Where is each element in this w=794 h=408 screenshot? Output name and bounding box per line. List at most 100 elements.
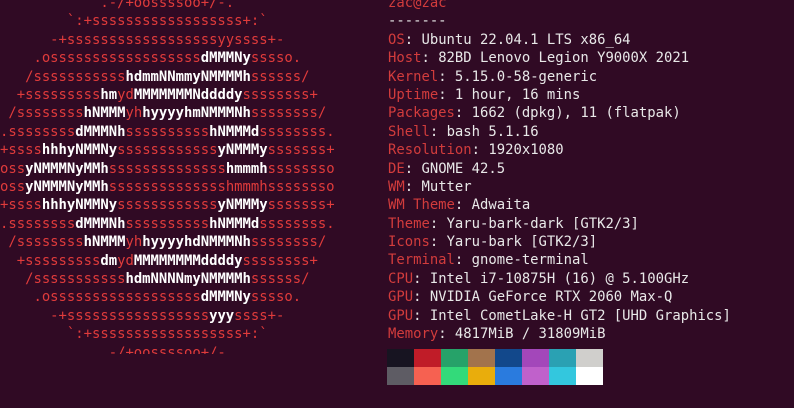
info-value: Yaru-bark [GTK2/3]: [446, 234, 598, 251]
info-value: Yaru-bark-dark [GTK2/3]: [446, 215, 639, 232]
info-row: Uptime: 1 hour, 16 mins: [388, 86, 794, 104]
info-row: Kernel: 5.15.0-58-generic: [388, 68, 794, 86]
logo-segment: yNMMMNyMMh: [25, 160, 109, 177]
logo-segment: yNMMMy: [217, 142, 268, 159]
logo-segment: ssssssso: [267, 160, 335, 177]
logo-segment: .-/+oossssoo+/-.: [0, 0, 235, 11]
logo-segment: hhhyNMMNy: [41, 142, 118, 159]
info-colon: :: [413, 270, 430, 287]
logo-segment: MMMMMMMNddddy: [133, 87, 243, 103]
logo-segment: oss: [0, 160, 26, 177]
logo-segment: -+sssssssssssssssss: [0, 307, 210, 324]
title-separator: -------: [388, 13, 447, 30]
logo-line: .-/+oossssoo+/-.: [0, 0, 234, 12]
logo-segment: ssssssss/: [250, 234, 327, 251]
info-value: Mutter: [421, 178, 472, 195]
info-colon: :: [438, 326, 455, 343]
info-colon: :: [413, 307, 430, 324]
info-colon: :: [404, 31, 422, 48]
logo-segment: .ossssssssssssssssss: [0, 50, 201, 67]
info-row: GPU: NVIDIA GeForce RTX 2060 Max-Q: [388, 288, 794, 306]
info-colon: :: [429, 123, 447, 140]
info-row: DE: GNOME 42.5: [388, 160, 794, 178]
logo-segment: hNMMM: [83, 105, 126, 122]
logo-line: /ssssssssssshdmNNNNmyNMMMMhssssss/: [0, 270, 309, 288]
logo-segment: sssso.: [250, 50, 302, 67]
info-colon: :: [413, 289, 430, 306]
logo-line: .ossssssssssssssssssdMMMNysssso.: [0, 49, 301, 67]
logo-segment: +ssss: [0, 197, 42, 214]
logo-segment: hyyyyhdNMMMNh: [142, 234, 251, 251]
logo-segment: +sssssssss: [0, 87, 101, 103]
info-value: bash 5.1.16: [446, 123, 539, 140]
color-swatch: [414, 367, 441, 385]
logo-segment: hm: [100, 87, 118, 103]
info-row: Packages: 1662 (dpkg), 11 (flatpak): [388, 104, 794, 122]
logo-line: `:+ssssssssssssssssss+:`: [0, 12, 268, 30]
logo-segment: .-/+oossssoo+/-.: [0, 344, 235, 354]
info-key: GPU: [388, 307, 414, 324]
info-row: Icons: Yaru-bark [GTK2/3]: [388, 233, 794, 251]
info-key: Resolution: [388, 142, 472, 159]
info-colon: :: [454, 252, 472, 269]
info-colon: :: [429, 215, 447, 232]
info-value: NVIDIA GeForce RTX 2060 Max-Q: [429, 289, 673, 306]
info-key: DE: [388, 160, 405, 177]
logo-segment: +ssss: [0, 142, 42, 159]
system-info-panel: zac@zac ------- OS: Ubuntu 22.04.1 LTS x…: [388, 0, 794, 343]
logo-line: /ssssssssssshdmmNNmmyNMMMMhssssss/: [0, 68, 309, 86]
logo-segment: yNMMMy: [217, 197, 268, 214]
user-host-title: zac@zac: [388, 0, 447, 11]
color-swatch: [441, 367, 468, 385]
ubuntu-logo-ascii: .-/+oossssoo+/-. `:+ssssssssssssssssss+:…: [0, 0, 372, 354]
info-row: Host: 82BD Lenovo Legion Y9000X 2021: [388, 49, 794, 67]
palette-row-normal: [387, 349, 603, 367]
color-swatch: [495, 349, 522, 367]
color-swatch: [414, 349, 441, 367]
logo-segment: yd: [117, 87, 134, 103]
info-key: GPU: [388, 289, 414, 306]
logo-segment: dMMMNh: [75, 123, 126, 140]
logo-segment: dMMMNh: [75, 215, 126, 232]
logo-segment: sssso.: [250, 289, 302, 306]
logo-segment: sssssss+: [267, 197, 335, 214]
logo-line: +sssshhhyNMMNyssssssssssssyNMMMysssssss+: [0, 196, 335, 214]
color-swatch: [576, 349, 603, 367]
logo-line: +sssssssssdmydMMMMMMMMddddyssssssss+: [0, 252, 318, 270]
logo-line: +sssshhhyNMMNyssssssssssssyNMMMysssssss+: [0, 141, 335, 159]
info-key: Icons: [388, 234, 430, 251]
info-colon: :: [429, 234, 447, 251]
logo-segment: yh: [125, 234, 143, 251]
info-value: 5.15.0-58-generic: [454, 68, 598, 85]
info-colon: :: [421, 50, 439, 67]
logo-segment: yNMMMNyMMh: [25, 179, 109, 195]
logo-line: -+ssssssssssssssssssyyssss+-: [0, 31, 284, 49]
info-value: Ubuntu 22.04.1 LTS x86_64: [421, 31, 631, 48]
logo-segment: `:+ssssssssssssssssss+:`: [0, 326, 268, 343]
info-row: OS: Ubuntu 22.04.1 LTS x86_64: [388, 31, 794, 49]
logo-line: /sssssssshNMMMyhhyyyyhdNMMMNhssssssss/: [0, 233, 326, 251]
info-key: Host: [388, 50, 422, 67]
info-row: Theme: Yaru-bark-dark [GTK2/3]: [388, 215, 794, 233]
info-value: Intel i7-10875H (16) @ 5.100GHz: [429, 270, 690, 287]
logo-segment: .ossssssssssssssssss: [0, 289, 201, 306]
info-row: CPU: Intel i7-10875H (16) @ 5.100GHz: [388, 270, 794, 288]
info-key: Memory: [388, 326, 439, 343]
logo-segment: ssssssssssss: [117, 142, 218, 159]
info-value: Adwaita: [471, 197, 531, 214]
logo-segment: ssssssss/: [250, 105, 327, 122]
info-row: Terminal: gnome-terminal: [388, 251, 794, 269]
logo-segment: ssssss/: [250, 271, 310, 287]
logo-segment: MMMMMMMMddddy: [133, 252, 243, 269]
logo-segment: ssssssssssss: [117, 197, 218, 214]
logo-segment: ssssssssss: [125, 123, 210, 140]
logo-line: ossyNMMMNyMMhsssssssssssssshmmmhssssssso: [0, 160, 335, 178]
info-value: 82BD Lenovo Legion Y9000X 2021: [438, 50, 690, 67]
logo-segment: ssss+-: [234, 307, 285, 324]
logo-line: .-/+oossssoo+/-.: [0, 344, 234, 354]
logo-segment: yd: [117, 252, 134, 269]
logo-segment: sssssss+: [267, 142, 335, 159]
info-colon: :: [454, 197, 472, 214]
logo-segment: +sssssssss: [0, 252, 101, 269]
color-swatch: [387, 367, 414, 385]
